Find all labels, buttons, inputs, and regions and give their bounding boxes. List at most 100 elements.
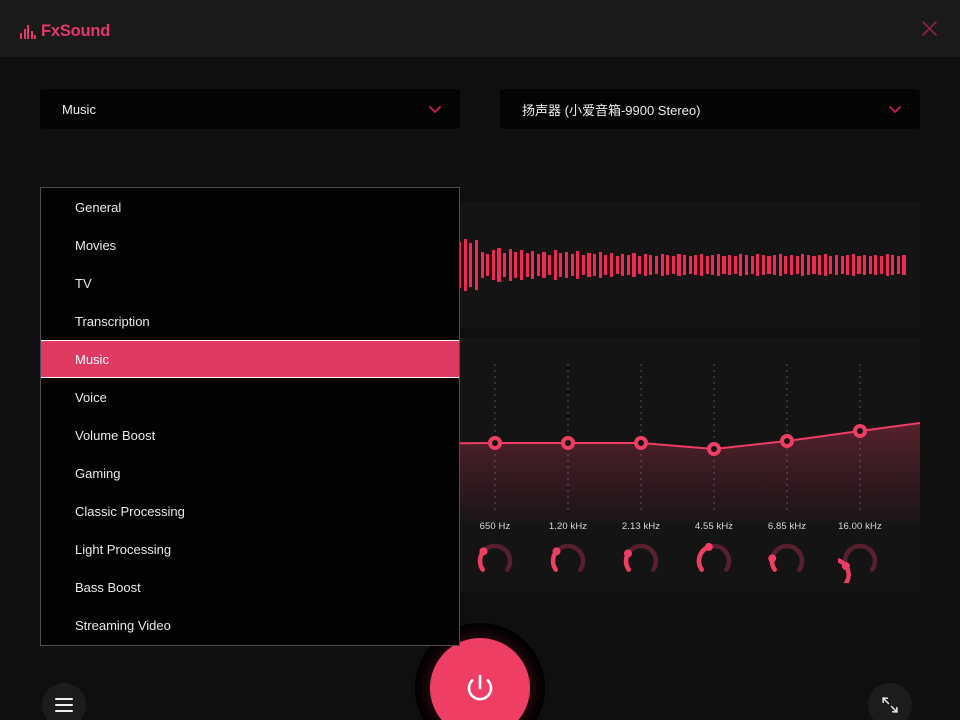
- collapse-arrows-icon[interactable]: [868, 683, 912, 720]
- eq-knob-6850hz[interactable]: [765, 539, 809, 583]
- dropdown-item-movies[interactable]: Movies: [41, 226, 459, 264]
- power-icon[interactable]: [430, 638, 530, 720]
- close-icon[interactable]: [915, 14, 943, 42]
- visualizer-bar: [756, 254, 760, 276]
- visualizer-bar: [621, 254, 625, 276]
- device-select-value: 扬声器 (小爱音箱-9900 Stereo): [522, 102, 701, 118]
- visualizer-bar: [531, 251, 535, 279]
- visualizer-bar: [705, 256, 709, 274]
- dropdown-item-voice[interactable]: Voice: [41, 378, 459, 416]
- visualizer-bar: [486, 254, 490, 276]
- visualizer-bar: [666, 255, 670, 275]
- visualizer-bar: [474, 240, 479, 290]
- visualizer-bar: [789, 255, 794, 275]
- eq-knob-650hz[interactable]: [473, 539, 517, 583]
- visualizer-bar: [851, 254, 855, 276]
- visualizer-bar: [795, 256, 799, 274]
- visualizer-bar: [542, 252, 546, 278]
- visualizer-bar: [677, 254, 681, 276]
- dropdown-item-light-processing[interactable]: Light Processing: [41, 530, 459, 568]
- app-title: FxSound: [41, 22, 111, 40]
- visualizer-bar: [823, 254, 827, 276]
- chevron-down-icon: [887, 101, 903, 117]
- visualizer-bar: [711, 255, 715, 275]
- dropdown-item-label: Music: [75, 351, 109, 367]
- eq-point-120khz[interactable]: [561, 436, 575, 450]
- eq-point-685khz[interactable]: [780, 434, 794, 448]
- visualizer-bar: [525, 253, 529, 277]
- visualizer-bar: [463, 239, 467, 291]
- visualizer-bar: [559, 253, 563, 277]
- dropdown-item-gaming[interactable]: Gaming: [41, 454, 459, 492]
- visualizer-bar: [806, 255, 810, 275]
- dropdown-item-label: Bass Boost: [75, 579, 141, 595]
- eq-point-1600khz[interactable]: [853, 424, 867, 438]
- visualizer-bar: [784, 256, 788, 274]
- visualizer-bar: [829, 256, 833, 274]
- dropdown-item-label: Volume Boost: [75, 427, 156, 443]
- dropdown-item-bass-boost[interactable]: Bass Boost: [41, 568, 459, 606]
- dropdown-item-label: General: [75, 199, 122, 215]
- visualizer-bar: [570, 254, 574, 276]
- visualizer-bar: [626, 255, 630, 275]
- visualizer-bar: [694, 255, 698, 275]
- eq-point-455khz[interactable]: [707, 442, 721, 456]
- visualizer-bar: [812, 256, 816, 274]
- visualizer-bar: [761, 255, 765, 275]
- visualizer-bar: [643, 254, 647, 276]
- visualizer-bar: [638, 256, 642, 274]
- visualizer-bar: [879, 256, 884, 274]
- dropdown-item-tv[interactable]: TV: [41, 264, 459, 302]
- dropdown-item-general[interactable]: General: [41, 188, 459, 226]
- dropdown-item-streaming-video[interactable]: Streaming Video: [41, 606, 459, 644]
- preset-select[interactable]: Music: [40, 89, 460, 129]
- visualizer-bar: [508, 249, 512, 281]
- eq-knob-1200hz[interactable]: [546, 539, 590, 583]
- visualizer-bar: [660, 254, 664, 276]
- visualizer-bar: [654, 256, 659, 274]
- visualizer-bar: [699, 254, 704, 276]
- dropdown-item-transcription[interactable]: Transcription: [41, 302, 459, 340]
- visualizer-bar: [868, 256, 872, 274]
- dropdown-item-label: TV: [75, 275, 92, 291]
- visualizer-bar: [767, 256, 771, 274]
- visualizer-bar: [728, 255, 732, 275]
- visualizer-bar: [469, 243, 473, 287]
- chevron-down-icon: [427, 101, 443, 117]
- visualizer-bar: [598, 252, 602, 278]
- visualizer-bar: [863, 255, 867, 275]
- visualizer-bar: [649, 255, 653, 275]
- visualizer-bar: [778, 254, 782, 276]
- dropdown-item-music[interactable]: Music: [41, 340, 459, 378]
- visualizer-bar: [750, 256, 754, 274]
- dropdown-item-label: Gaming: [75, 465, 121, 481]
- visualizer-bar: [553, 250, 557, 280]
- visualizer-bar: [536, 254, 540, 276]
- visualizer-bar: [491, 250, 495, 280]
- visualizer-bar: [609, 253, 614, 277]
- visualizer-bar: [744, 255, 749, 275]
- visualizer-bar: [902, 255, 906, 275]
- visualizer-bar: [716, 254, 720, 276]
- hamburger-menu-icon[interactable]: [42, 683, 86, 720]
- visualizer-bar: [885, 254, 889, 276]
- eq-point-213khz[interactable]: [634, 436, 648, 450]
- eq-knob-4550hz[interactable]: [692, 539, 736, 583]
- dropdown-item-label: Light Processing: [75, 541, 172, 557]
- eq-knob-2130hz[interactable]: [619, 539, 663, 583]
- eq-band-frequency-label: 16.00 kHz: [838, 521, 882, 532]
- device-select[interactable]: 扬声器 (小爱音箱-9900 Stereo): [500, 89, 920, 129]
- visualizer-bar: [632, 253, 636, 277]
- visualizer-bar: [514, 252, 518, 278]
- visualizer-bar: [671, 256, 675, 274]
- dropdown-item-classic-processing[interactable]: Classic Processing: [41, 492, 459, 530]
- visualizer-bar: [773, 255, 777, 275]
- eq-knob-16000hz[interactable]: [838, 539, 882, 583]
- audio-spectrum-visualizer: [458, 235, 906, 295]
- eq-point-650hz[interactable]: [488, 436, 502, 450]
- visualizer-bar: [587, 253, 591, 277]
- preset-dropdown-list[interactable]: General Movies TV Transcription Music Voice Vo…: [40, 187, 460, 646]
- dropdown-item-volume-boost[interactable]: Volume Boost: [41, 416, 459, 454]
- visualizer-bar: [564, 252, 569, 278]
- visualizer-bar: [818, 255, 822, 275]
